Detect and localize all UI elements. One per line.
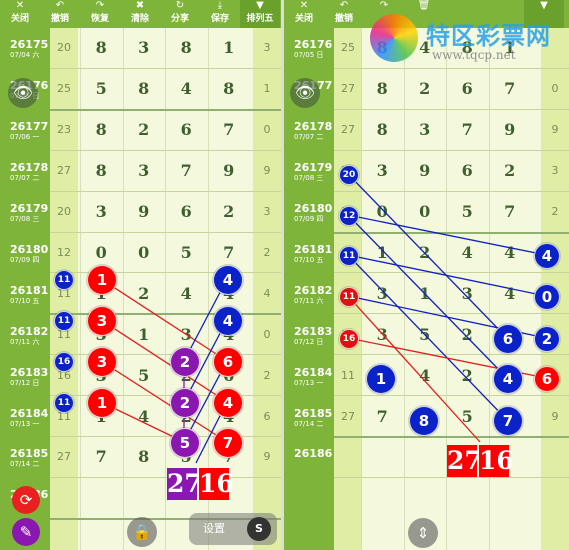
number-ball[interactable]: 6 [493,324,523,354]
watermark-url: www.tqcp.net [432,48,516,62]
pen-icon[interactable]: ✎ [12,518,40,546]
number-ball[interactable]: 11 [54,393,74,413]
number-ball[interactable]: 16 [54,352,74,372]
number-ball[interactable]: 12 [339,206,359,226]
number-ball[interactable]: 4 [534,243,560,269]
toolbar-button[interactable]: ✕ 关闭 [284,0,324,28]
toolbar-icon: ▼ [256,0,264,11]
toolbar-label: 关闭 [294,14,313,24]
toolbar-icon: ⤓ [217,0,223,11]
eye-icon[interactable]: 👁 [290,78,320,108]
sum-box-a: 27 [167,468,202,500]
number-ball[interactable]: 0 [534,284,560,310]
number-ball[interactable]: 6 [534,366,560,392]
toolbar-icon: ✖ [135,0,145,11]
number-ball[interactable]: 3 [87,306,117,336]
settings-label: 设置 [203,522,225,535]
number-ball[interactable]: 6 [213,347,243,377]
number-ball[interactable]: 5 [170,428,200,458]
watermark-title: 特区彩票网 [426,22,551,50]
toolbar-label: 排列五 [246,14,274,24]
toolbar-button[interactable]: ▼ 排列五 [240,0,280,28]
number-ball[interactable]: 7 [213,428,243,458]
connection-line [100,319,228,403]
settings-badge: S [247,517,271,541]
number-ball[interactable]: 2 [170,347,200,377]
toolbar-label: 保存 [210,14,229,24]
toolbar-icon: ↶ [55,0,65,11]
left-panel: 2617507/04 六20383812617607/05 日251584826… [0,0,281,550]
connection-lines [347,173,547,443]
toolbar-icon: ↶ [339,0,349,11]
number-ball[interactable]: 4 [493,364,523,394]
watermark: 特区彩票网 www.tqcp.net [370,12,566,68]
scroll-toggle-icon[interactable]: ⇕ [408,518,438,548]
number-ball[interactable]: 16 [339,329,359,349]
toolbar-button[interactable]: ↻ 分享 [160,0,200,28]
number-ball[interactable]: 11 [339,287,359,307]
toolbar-button[interactable]: ↷ 恢复 [80,0,120,28]
toolbar-button[interactable]: ↶ 撤销 [324,0,364,28]
toolbar-label: 撤销 [50,14,69,24]
sum-box-a: 27 [447,445,482,477]
number-ball[interactable]: 4 [213,306,243,336]
toolbar-label: 清除 [130,14,149,24]
number-ball[interactable]: 4 [213,265,243,295]
toolbar-icon: ✕ [15,0,25,11]
number-ball[interactable]: 11 [339,246,359,266]
number-ball[interactable]: 8 [409,406,439,436]
lock-icon[interactable]: 🔒 [127,517,157,547]
toolbar-icon: ↷ [95,0,105,11]
number-ball[interactable]: 11 [54,311,74,331]
refresh-icon[interactable]: ⟳ [12,486,40,514]
toolbar-label: 分享 [170,14,189,24]
connection-line [347,254,547,297]
toolbar-icon: ↻ [175,0,185,11]
eye-icon[interactable]: 👁 [8,78,38,108]
sum-box-b: 16 [479,445,514,477]
number-ball[interactable]: 7 [493,406,523,436]
toolbar-button[interactable]: ✖ 清除 [120,0,160,28]
connection-line [347,214,547,256]
toolbar-label: 恢复 [90,14,109,24]
sum-box-b: 16 [199,468,234,500]
toolbar-label: 撤销 [334,14,353,24]
number-ball[interactable]: 1 [87,388,117,418]
watermark-logo-icon [370,14,418,62]
toolbar-button[interactable]: ✕ 关闭 [0,0,40,28]
number-ball[interactable]: 2 [170,388,200,418]
toolbar-button[interactable]: ↶ 撤销 [40,0,80,28]
connection-line [100,360,228,443]
number-ball[interactable]: 1 [87,265,117,295]
right-panel: 2617607/05 日2584812617727082672617807/07… [284,0,569,550]
number-ball[interactable]: 20 [339,165,359,185]
number-ball[interactable]: 4 [213,388,243,418]
connection-line [100,278,228,362]
toolbar-button[interactable]: ⤓ 保存 [200,0,240,28]
toolbar: ✕ 关闭 ↶ 撤销 ↷ 恢复 ✖ 清除 ↻ 分享 ⤓ 保存 ▼ 排列五 [0,0,281,28]
number-ball[interactable]: 3 [87,347,117,377]
number-ball[interactable]: 2 [534,326,560,352]
toolbar-icon: ✕ [299,0,309,11]
settings-button[interactable]: 设置 S [189,513,277,545]
connection-line [347,254,508,421]
toolbar-label: 关闭 [10,14,29,24]
number-ball[interactable]: 1 [366,364,396,394]
number-ball[interactable]: 11 [54,270,74,290]
